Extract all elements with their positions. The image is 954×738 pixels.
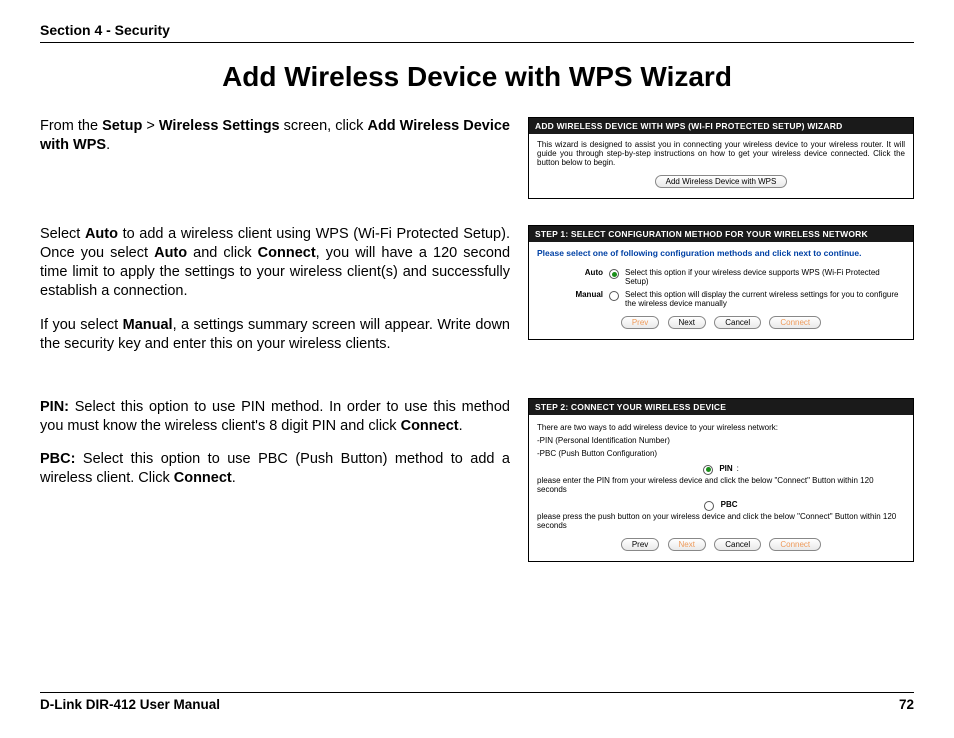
prev-button[interactable]: Prev <box>621 538 659 551</box>
step2-text: PIN: Select this option to use PIN metho… <box>40 398 510 562</box>
panel-title: STEP 2: CONNECT YOUR WIRELESS DEVICE <box>529 399 913 415</box>
t: Auto <box>85 226 118 242</box>
wizard-intro-panel: ADD WIRELESS DEVICE WITH WPS (WI-FI PROT… <box>528 117 914 199</box>
pbc-radio[interactable] <box>704 501 714 511</box>
t: . <box>106 137 110 153</box>
section-header: Section 4 - Security <box>40 22 914 38</box>
intro-text: From the Setup > Wireless Settings scree… <box>40 117 510 199</box>
auto-label: Auto <box>565 268 603 277</box>
t: Connect <box>174 470 232 486</box>
t: Manual <box>123 317 173 333</box>
cancel-button[interactable]: Cancel <box>714 316 761 329</box>
next-button[interactable]: Next <box>668 538 706 551</box>
t: Select <box>40 226 85 242</box>
t: > <box>142 118 159 134</box>
t: If you select <box>40 317 123 333</box>
auto-radio[interactable] <box>609 269 619 279</box>
add-wireless-device-button[interactable]: Add Wireless Device with WPS <box>655 175 788 188</box>
step1-text: Select Auto to add a wireless client usi… <box>40 225 510 368</box>
t: -PBC (Push Button Configuration) <box>537 449 905 458</box>
t: Connect <box>401 418 459 434</box>
t: and click <box>187 245 258 261</box>
panel-title: STEP 1: SELECT CONFIGURATION METHOD FOR … <box>529 226 913 242</box>
manual-label: Manual <box>565 290 603 299</box>
t: -PIN (Personal Identification Number) <box>537 436 905 445</box>
cancel-button[interactable]: Cancel <box>714 538 761 551</box>
t: There are two ways to add wireless devic… <box>537 423 905 432</box>
pin-radio[interactable] <box>703 465 713 475</box>
t: Connect <box>258 245 316 261</box>
t: From the <box>40 118 102 134</box>
auto-text: Select this option if your wireless devi… <box>625 268 905 286</box>
footer-area: D-Link DIR-412 User Manual 72 <box>40 692 914 712</box>
t: PBC: <box>40 451 75 467</box>
row-intro: From the Setup > Wireless Settings scree… <box>40 117 914 199</box>
t: screen, click <box>280 118 368 134</box>
manual-text: Select this option will display the curr… <box>625 290 905 308</box>
t: . <box>459 418 463 434</box>
connect-button[interactable]: Connect <box>769 538 821 551</box>
next-button[interactable]: Next <box>668 316 706 329</box>
pbc-note: please press the push button on your wir… <box>537 512 905 530</box>
panel-body: There are two ways to add wireless devic… <box>529 415 913 561</box>
step2-panel: STEP 2: CONNECT YOUR WIRELESS DEVICE The… <box>528 398 914 562</box>
t: Setup <box>102 118 142 134</box>
pin-note: please enter the PIN from your wireless … <box>537 476 905 494</box>
connect-button[interactable]: Connect <box>769 316 821 329</box>
row-step1: Select Auto to add a wireless client usi… <box>40 225 914 368</box>
t: Select this option to use PBC (Push Butt… <box>40 451 510 486</box>
panel-body: This wizard is designed to assist you in… <box>529 134 913 198</box>
manual-name: D-Link DIR-412 User Manual <box>40 697 220 712</box>
pbc-label: PBC <box>721 500 738 509</box>
header-rule <box>40 42 914 43</box>
row-step2: PIN: Select this option to use PIN metho… <box>40 398 914 562</box>
t: Auto <box>154 245 187 261</box>
pin-label: PIN <box>719 464 732 473</box>
footer-rule <box>40 692 914 693</box>
prev-button[interactable]: Prev <box>621 316 659 329</box>
t: : <box>737 464 739 473</box>
panel-text: This wizard is designed to assist you in… <box>537 140 905 167</box>
panel-title: ADD WIRELESS DEVICE WITH WPS (WI-FI PROT… <box>529 118 913 134</box>
t: PIN: <box>40 399 69 415</box>
t: . <box>232 470 236 486</box>
panel-body: Please select one of following configura… <box>529 242 913 339</box>
panel-instruction: Please select one of following configura… <box>537 248 905 258</box>
step1-panel: STEP 1: SELECT CONFIGURATION METHOD FOR … <box>528 225 914 340</box>
t: Wireless Settings <box>159 118 280 134</box>
page-title: Add Wireless Device with WPS Wizard <box>40 61 914 93</box>
manual-radio[interactable] <box>609 291 619 301</box>
page-number: 72 <box>899 697 914 712</box>
